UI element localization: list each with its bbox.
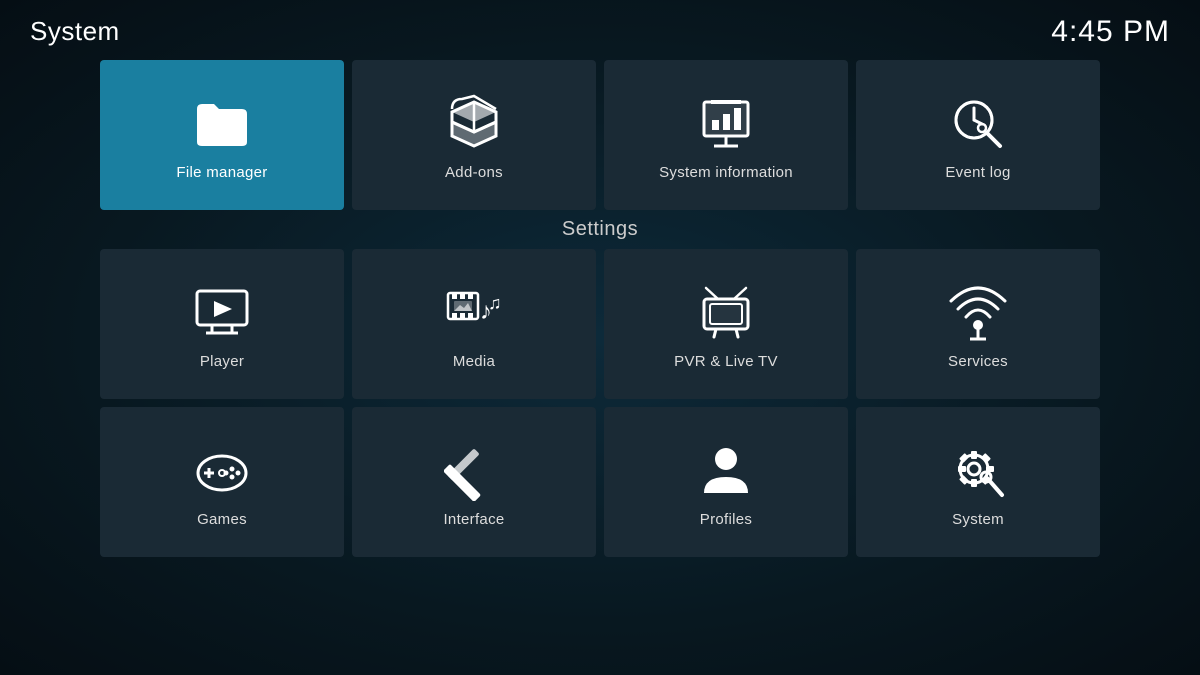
profiles-icon (696, 441, 756, 501)
media-icon: ♪ ♫ (444, 283, 504, 343)
pvr-live-tv-label: PVR & Live TV (674, 353, 778, 370)
tile-file-manager[interactable]: File manager (100, 60, 344, 210)
profiles-label: Profiles (700, 511, 752, 528)
file-manager-icon (192, 94, 252, 154)
top-tiles-row: File manager Add-ons (100, 60, 1100, 210)
settings-section-label: Settings (100, 218, 1100, 241)
tile-event-log[interactable]: Event log (856, 60, 1100, 210)
services-icon (948, 283, 1008, 343)
clock: 4:45 PM (1051, 15, 1170, 49)
event-log-icon (948, 94, 1008, 154)
svg-text:♫: ♫ (488, 293, 502, 313)
add-ons-label: Add-ons (445, 164, 503, 181)
player-label: Player (200, 353, 244, 370)
media-label: Media (453, 353, 495, 370)
tile-system-information[interactable]: System information (604, 60, 848, 210)
services-label: Services (948, 353, 1008, 370)
player-icon (192, 283, 252, 343)
top-bar: System 4:45 PM (0, 0, 1200, 55)
games-label: Games (197, 511, 247, 528)
tile-profiles[interactable]: Profiles (604, 407, 848, 557)
games-icon (192, 441, 252, 501)
tile-pvr-live-tv[interactable]: PVR & Live TV (604, 249, 848, 399)
pvr-live-tv-icon (696, 283, 756, 343)
tile-player[interactable]: Player (100, 249, 344, 399)
tile-interface[interactable]: Interface (352, 407, 596, 557)
event-log-label: Event log (945, 164, 1010, 181)
main-content: File manager Add-ons (0, 55, 1200, 575)
interface-icon (444, 441, 504, 501)
system-information-label: System information (659, 164, 793, 181)
system-information-icon (696, 94, 756, 154)
settings-row-1: Player ♪ ♫ Media (100, 249, 1100, 399)
tile-games[interactable]: Games (100, 407, 344, 557)
system-settings-icon (948, 441, 1008, 501)
tile-media[interactable]: ♪ ♫ Media (352, 249, 596, 399)
tile-add-ons[interactable]: Add-ons (352, 60, 596, 210)
tile-system-settings[interactable]: System (856, 407, 1100, 557)
add-ons-icon (444, 94, 504, 154)
page-title: System (30, 16, 120, 47)
tile-services[interactable]: Services (856, 249, 1100, 399)
system-settings-label: System (952, 511, 1004, 528)
settings-row-2: Games Interface Prof (100, 407, 1100, 557)
interface-label: Interface (443, 511, 504, 528)
file-manager-label: File manager (176, 164, 267, 181)
